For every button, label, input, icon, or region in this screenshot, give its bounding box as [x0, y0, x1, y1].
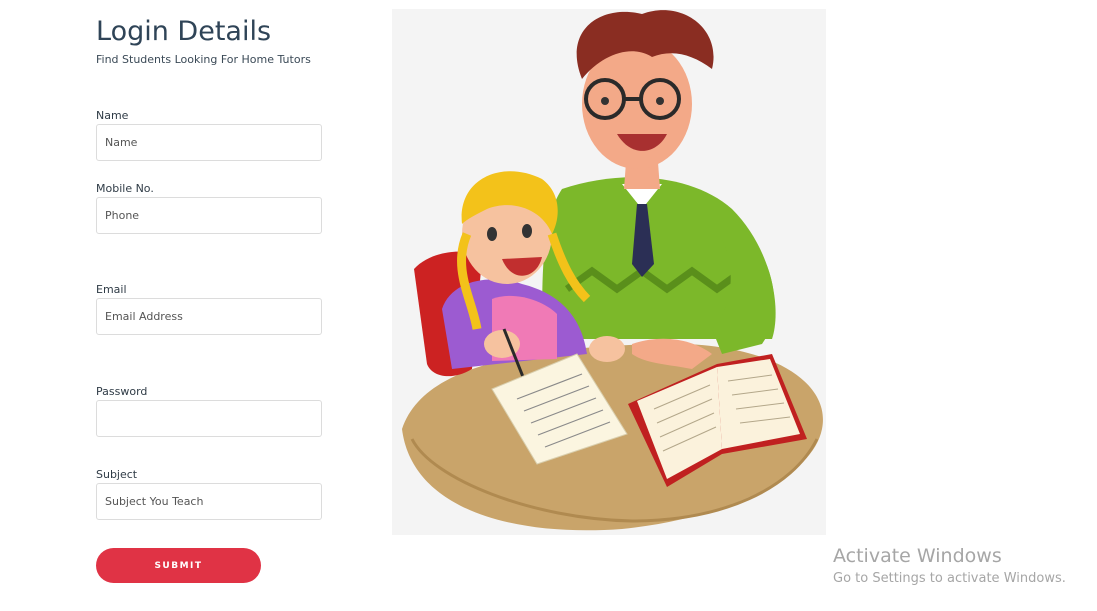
password-label: Password [96, 385, 148, 398]
phone-input[interactable] [96, 197, 322, 234]
mobile-label: Mobile No. [96, 182, 154, 195]
submit-button[interactable]: SUBMIT [96, 548, 261, 583]
activate-windows-subtitle: Go to Settings to activate Windows. [833, 571, 1066, 586]
name-input[interactable] [96, 124, 322, 161]
subject-input[interactable] [96, 483, 322, 520]
email-label: Email [96, 283, 127, 296]
subject-label: Subject [96, 468, 138, 481]
password-input[interactable] [96, 400, 322, 437]
name-label: Name [96, 109, 129, 122]
page-title: Login Details [96, 16, 272, 47]
tutor-and-student-illustration [392, 9, 826, 535]
activate-windows-title: Activate Windows [833, 545, 1002, 567]
email-input[interactable] [96, 298, 322, 335]
page-subtitle: Find Students Looking For Home Tutors [96, 53, 311, 66]
